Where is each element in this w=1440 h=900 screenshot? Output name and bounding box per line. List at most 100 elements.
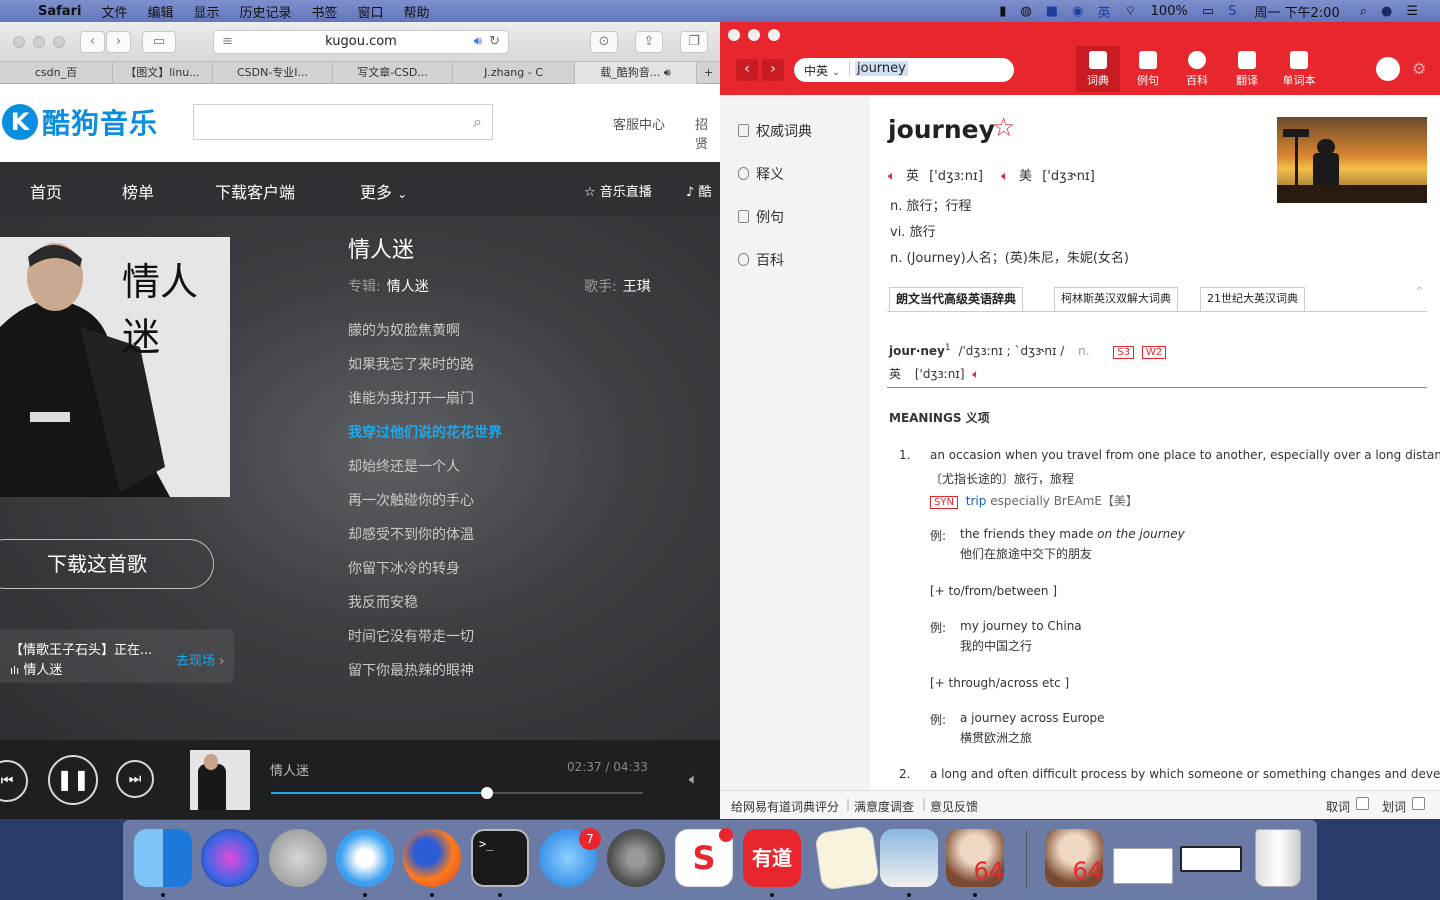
menu-history[interactable]: 历史记录 [229, 2, 301, 21]
dict-tab-longman[interactable]: 朗文当代高级英语辞典 [889, 287, 1024, 311]
status-icon-2[interactable]: ◍ [1020, 4, 1031, 19]
youdao-forward-button[interactable]: › [762, 59, 784, 81]
status-icon-3[interactable]: ■ [1046, 4, 1058, 19]
wifi-icon[interactable]: ⌔ [1124, 3, 1136, 19]
go-live-link[interactable]: 去现场 › [176, 650, 224, 669]
tab-translate[interactable]: 翻译 [1225, 46, 1269, 92]
kugou-search-input[interactable]: ⌕ [193, 104, 493, 140]
safari-icon[interactable] [336, 829, 394, 887]
speaker-icon[interactable]: 🔈︎ [888, 169, 896, 184]
audio-playing-icon[interactable]: 🔊︎ [474, 31, 482, 53]
close-window-button[interactable] [728, 29, 740, 41]
address-bar[interactable]: ≡ kugou.com 🔊︎ ↻ [213, 30, 509, 54]
textedit-icon[interactable] [814, 825, 880, 891]
youdao-icon[interactable]: 有道 [743, 829, 801, 887]
live-banner[interactable]: 【情歌王子石头】正在... ılı 情人迷 去现场 › [0, 629, 234, 683]
capture-word-checkbox[interactable] [1356, 797, 1369, 810]
synonym-link[interactable]: trip [966, 494, 987, 508]
siri-icon[interactable] [201, 829, 259, 887]
firefox-icon[interactable] [403, 829, 461, 887]
word-image[interactable] [1277, 117, 1427, 203]
rate-link[interactable]: 给网易有道词典评分 [731, 798, 839, 815]
reload-icon[interactable]: ↻ [489, 31, 500, 53]
speaker-icon[interactable]: 🔈︎ [1001, 169, 1009, 184]
language-select[interactable]: 中英 ⌄ [804, 62, 840, 79]
menu-edit[interactable]: 编辑 [137, 2, 183, 21]
nav-more[interactable]: 更多 ⌄ [360, 179, 407, 203]
notification-center-icon[interactable]: ☰ [1406, 4, 1418, 19]
battery-percent[interactable]: 100% [1151, 4, 1188, 19]
avatar[interactable] [1376, 57, 1400, 81]
minimize-window-button[interactable] [748, 29, 760, 41]
nav-ku[interactable]: ♪ 酷 [686, 181, 711, 200]
clock[interactable]: 周一 下午2:00 [1254, 2, 1339, 21]
tab-encyclopedia[interactable]: 百科 [1175, 46, 1219, 92]
new-tab-button[interactable]: + [697, 62, 720, 84]
kugou-logo[interactable]: K 酷狗音乐 [2, 102, 158, 142]
next-track-button[interactable]: ⏭︎ [116, 760, 154, 798]
share-icon[interactable]: ⇪ [635, 31, 663, 53]
feedback-link[interactable]: 意见反馈 [930, 798, 978, 815]
nav-download-client[interactable]: 下载客户端 [215, 179, 295, 203]
reader-icon[interactable]: ≡ [222, 31, 233, 53]
menu-window[interactable]: 窗口 [348, 2, 394, 21]
sogou-status-icon[interactable]: S [1228, 4, 1236, 19]
download-song-button[interactable]: 下载这首歌 [0, 539, 214, 589]
previous-track-button[interactable]: ⏮︎ [0, 760, 28, 802]
launchpad-icon[interactable] [269, 829, 327, 887]
doc-thumb-icon[interactable] [1113, 848, 1173, 884]
window-thumb-icon[interactable] [1180, 846, 1242, 872]
portrait-icon[interactable]: 64 [946, 829, 1004, 887]
tab-audio-icon[interactable]: 🔊︎ [664, 66, 671, 79]
album-cover[interactable]: 情人迷 [0, 237, 230, 497]
youdao-search-input[interactable]: journey [855, 61, 908, 76]
youdao-back-button[interactable]: ‹ [736, 59, 758, 81]
album-name[interactable]: 情人迷 [387, 279, 429, 295]
gear-icon[interactable]: ⚙︎ [1412, 59, 1426, 78]
tab-3[interactable]: 写文章-CSD... [333, 62, 453, 84]
service-center-link[interactable]: 客服中心 [613, 114, 665, 133]
tab-wordbook[interactable]: 单词本 [1275, 46, 1323, 92]
zoom-window-button[interactable] [53, 36, 65, 48]
volume-icon[interactable]: 🔈︎ [689, 770, 698, 788]
tab-1[interactable]: 【图文】linu... [113, 62, 213, 84]
tab-5-active[interactable]: 载_酷狗音... 🔊︎ [575, 62, 697, 84]
close-window-button[interactable] [13, 36, 25, 48]
sidebar-toggle-icon[interactable]: ▭ [142, 31, 176, 53]
tab-4[interactable]: J.zhang - C [453, 62, 575, 84]
tab-2[interactable]: CSDN-专业I... [213, 62, 333, 84]
survey-link[interactable]: 满意度调查 [854, 798, 914, 815]
sidebar-item-encyclopedia[interactable]: 百科 [738, 250, 784, 270]
player-cover-thumb[interactable] [190, 750, 250, 810]
dict-tab-collins[interactable]: 柯林斯英汉双解大词典 [1054, 287, 1178, 311]
progress-knob[interactable] [480, 787, 493, 799]
speaker-icon[interactable]: 🔈︎ [972, 367, 979, 381]
tab-0[interactable]: csdn_百 [0, 62, 113, 84]
menu-help[interactable]: 帮助 [394, 2, 440, 21]
terminal-icon[interactable]: >_ [471, 829, 529, 887]
menu-view[interactable]: 显示 [183, 2, 229, 21]
trash-icon[interactable] [1255, 829, 1301, 887]
forward-button[interactable]: › [106, 31, 131, 53]
battery-icon[interactable]: ▭ [1202, 4, 1214, 19]
star-icon[interactable]: ☆ [992, 113, 1015, 143]
select-word-checkbox[interactable] [1412, 797, 1425, 810]
careers-link[interactable]: 招贤 [695, 114, 720, 152]
pause-button[interactable]: ❚❚ [48, 755, 98, 805]
finder-icon[interactable] [134, 829, 192, 887]
preview-icon[interactable] [880, 829, 938, 887]
tab-dictionary[interactable]: 词典 [1076, 46, 1120, 92]
zoom-window-button[interactable] [768, 29, 780, 41]
downloads-icon[interactable]: ⊙ [590, 31, 618, 53]
status-icon-5[interactable]: 英 [1097, 2, 1110, 21]
menu-app-name[interactable]: Safari [28, 4, 91, 19]
dict-tab-21st-century[interactable]: 21世纪大英汉词典 [1200, 287, 1305, 311]
menu-file[interactable]: 文件 [91, 2, 137, 21]
menu-bookmarks[interactable]: 书签 [302, 2, 348, 21]
sidebar-item-examples[interactable]: 例句 [738, 207, 784, 227]
nav-home[interactable]: 首页 [30, 179, 62, 203]
back-button[interactable]: ‹ [80, 31, 105, 53]
tab-examples[interactable]: 例句 [1126, 46, 1170, 92]
status-icon-1[interactable]: ▮ [999, 4, 1006, 19]
search-icon[interactable]: ⌕ [473, 112, 482, 132]
